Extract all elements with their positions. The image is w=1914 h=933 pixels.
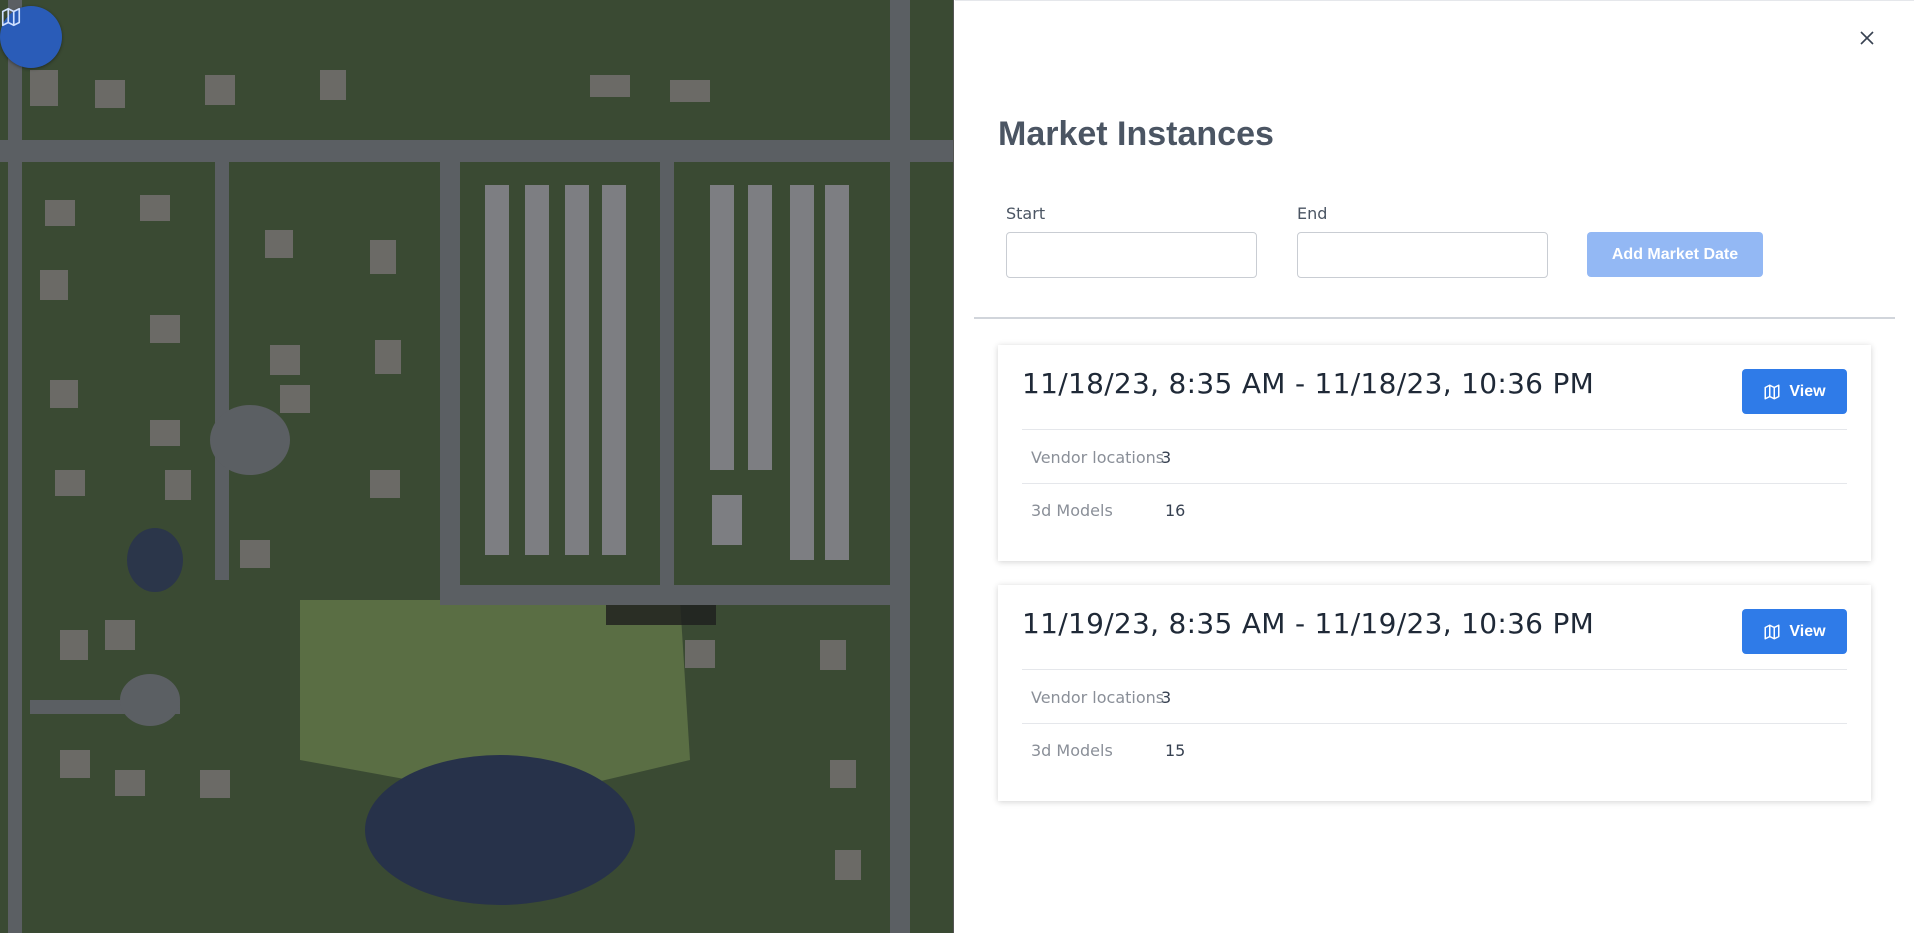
market-instance-card: 11/18/23, 8:35 AM - 11/18/23, 10:36 PM V… [998, 345, 1871, 561]
map-icon [1764, 624, 1780, 639]
close-icon [1860, 31, 1874, 45]
card-divider [1022, 723, 1847, 724]
instance-date-range: 11/19/23, 8:35 AM - 11/19/23, 10:36 PM [1022, 607, 1595, 640]
map-toggle-button[interactable] [0, 6, 62, 68]
close-button[interactable] [1854, 25, 1880, 51]
vendor-locations-value: 3 [1161, 688, 1172, 707]
panel-title: Market Instances [998, 115, 1274, 153]
map-icon [1, 7, 21, 27]
map-view[interactable] [0, 0, 954, 933]
start-label: Start [1006, 204, 1046, 223]
models-value: 15 [1165, 741, 1186, 760]
view-button-label: View [1789, 622, 1826, 640]
section-divider [974, 317, 1895, 319]
models-value: 16 [1165, 501, 1186, 520]
view-button[interactable]: View [1742, 609, 1847, 654]
card-divider [1022, 483, 1847, 484]
end-input[interactable] [1297, 232, 1548, 278]
models-label: 3d Models [1031, 741, 1113, 760]
vendor-locations-label: Vendor locations [1031, 688, 1165, 707]
card-divider [1022, 429, 1847, 430]
add-market-date-button[interactable]: Add Market Date [1587, 232, 1763, 277]
map-icon [1764, 384, 1780, 399]
card-divider [1022, 669, 1847, 670]
market-instance-card: 11/19/23, 8:35 AM - 11/19/23, 10:36 PM V… [998, 585, 1871, 801]
models-label: 3d Models [1031, 501, 1113, 520]
market-instances-panel: Market Instances Start End Add Market Da… [955, 0, 1914, 933]
end-label: End [1297, 204, 1328, 223]
vendor-locations-value: 3 [1161, 448, 1172, 467]
start-input[interactable] [1006, 232, 1257, 278]
view-button[interactable]: View [1742, 369, 1847, 414]
instance-date-range: 11/18/23, 8:35 AM - 11/18/23, 10:36 PM [1022, 367, 1595, 400]
vendor-locations-label: Vendor locations [1031, 448, 1165, 467]
view-button-label: View [1789, 382, 1826, 400]
aerial-map-imagery [0, 0, 953, 933]
